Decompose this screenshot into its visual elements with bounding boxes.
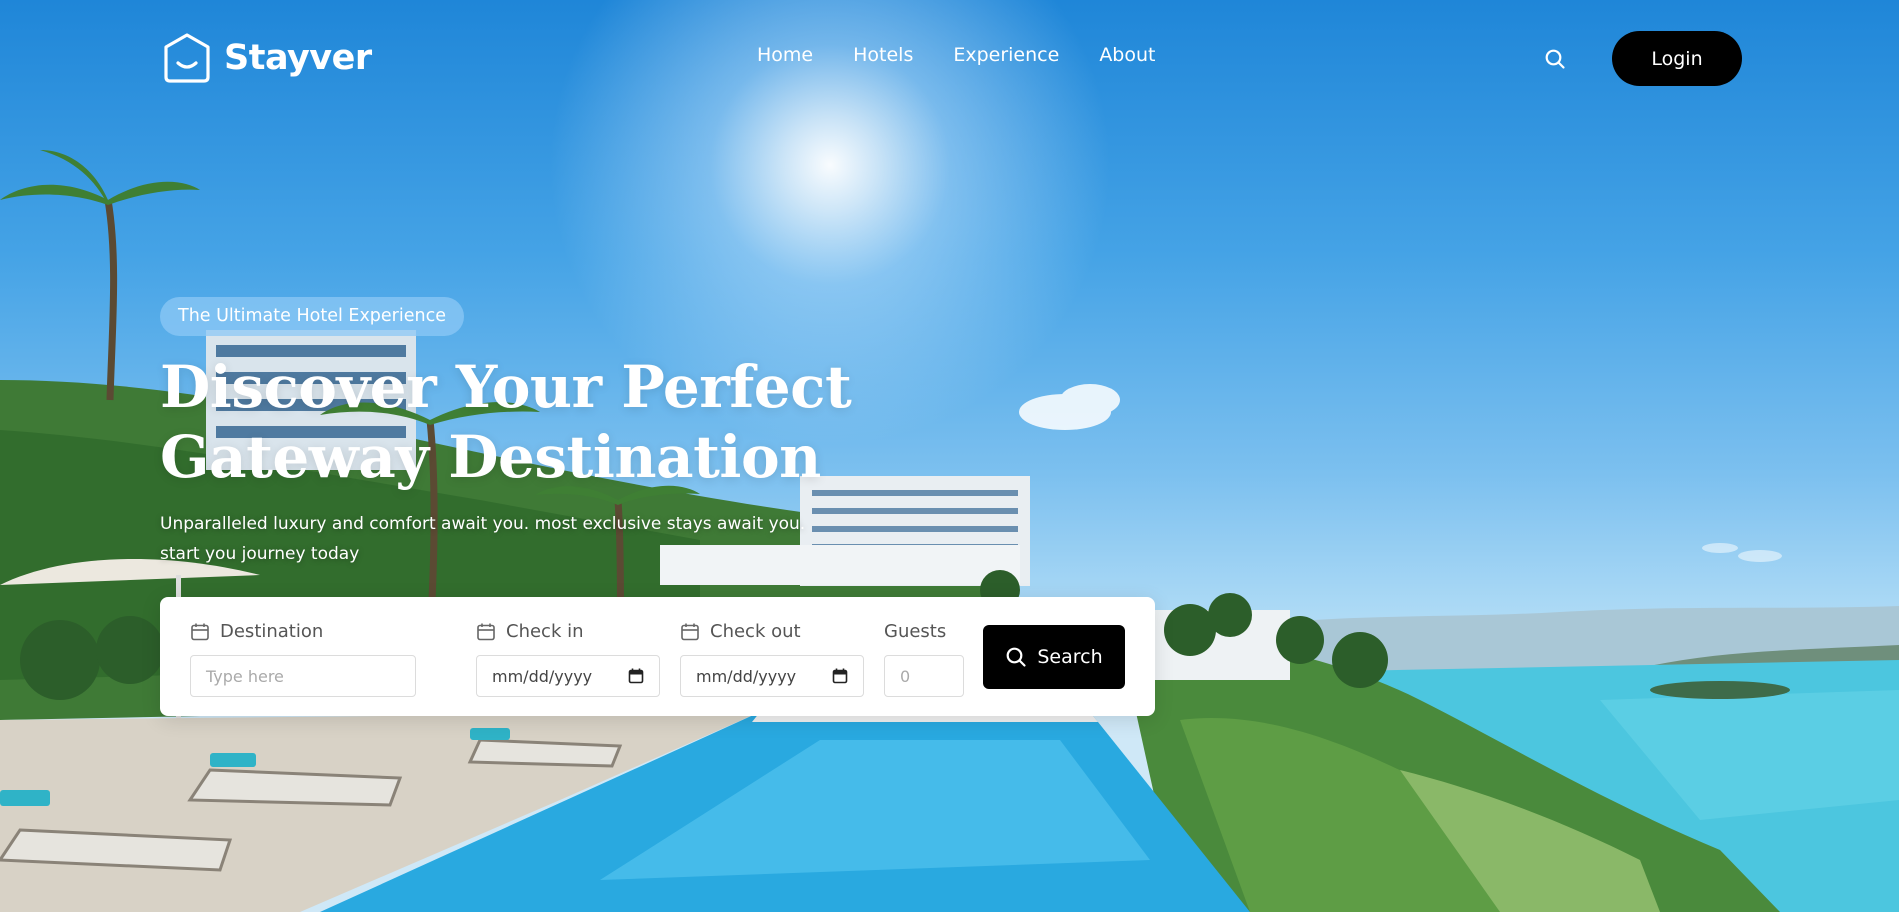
guests-placeholder: 0 (900, 666, 911, 686)
nav-item-experience[interactable]: Experience (953, 44, 1059, 66)
nav-item-about[interactable]: About (1099, 44, 1155, 66)
brand-logo[interactable]: Stayver (162, 32, 372, 84)
check-out-label-text: Check out (710, 621, 801, 642)
search-icon (1006, 647, 1026, 667)
booking-search-form: Destination Type here Check in mm/dd/yyy… (160, 597, 1155, 716)
hero-title: Discover Your Perfect Gateway Destinatio… (160, 352, 880, 492)
check-out-date-input[interactable]: mm/dd/yyyy (680, 655, 864, 697)
hero-subtitle: Unparalleled luxury and comfort await yo… (160, 514, 806, 564)
destination-input[interactable]: Type here (190, 655, 416, 697)
login-button[interactable]: Login (1612, 31, 1742, 86)
header-search-button[interactable] (1542, 46, 1568, 72)
nav-item-home[interactable]: Home (757, 44, 813, 66)
guests-input[interactable]: 0 (884, 655, 964, 697)
check-in-label: Check in (476, 621, 584, 642)
main-nav: Home Hotels Experience About (757, 44, 1156, 66)
search-submit-label: Search (1037, 646, 1103, 668)
hero-title-line-2: Gateway Destination (160, 423, 821, 491)
calendar-icon (477, 623, 495, 640)
brand-name: Stayver (224, 38, 372, 78)
site-header: Stayver Home Hotels Experience About Log… (0, 0, 1899, 120)
check-out-label: Check out (680, 621, 801, 642)
destination-placeholder: Type here (206, 666, 284, 686)
search-icon (1545, 49, 1565, 69)
house-smile-icon (164, 33, 210, 83)
destination-label: Destination (190, 621, 323, 642)
destination-label-text: Destination (220, 621, 324, 642)
nav-item-hotels[interactable]: Hotels (853, 44, 913, 66)
calendar-icon (191, 623, 209, 640)
guests-label: Guests (884, 621, 946, 642)
check-out-value: mm/dd/yyyy (696, 666, 797, 686)
check-in-date-input[interactable]: mm/dd/yyyy (476, 655, 660, 697)
calendar-picker-icon[interactable] (628, 668, 644, 684)
guests-label-text: Guests (884, 621, 947, 642)
calendar-icon (681, 623, 699, 640)
check-in-value: mm/dd/yyyy (492, 666, 593, 686)
search-submit-button[interactable]: Search (983, 625, 1125, 689)
calendar-picker-icon[interactable] (832, 668, 848, 684)
check-in-label-text: Check in (506, 621, 584, 642)
hero-badge: The Ultimate Hotel Experience (160, 297, 464, 336)
hero-title-line-1: Discover Your Perfect (160, 353, 852, 421)
